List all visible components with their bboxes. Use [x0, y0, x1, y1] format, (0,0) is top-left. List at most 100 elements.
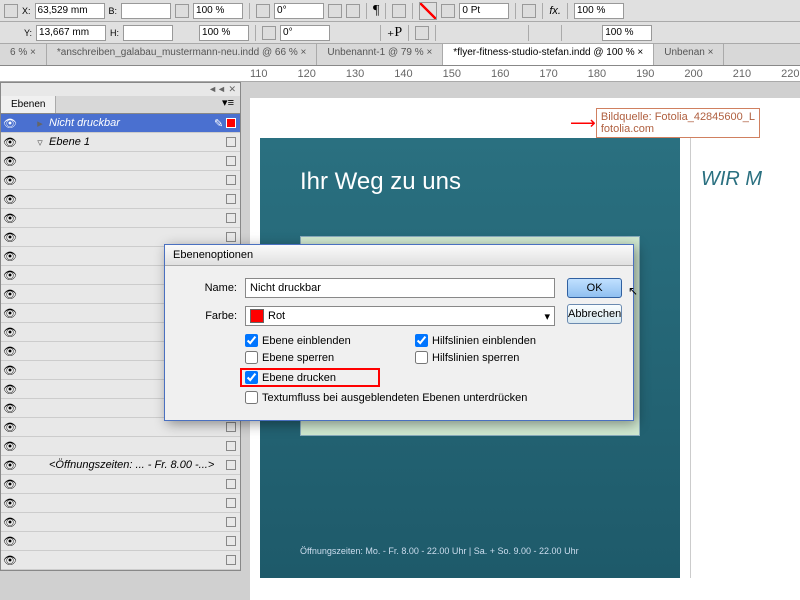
layer-row[interactable]: 👁▿Ebene 1 [1, 133, 240, 152]
visibility-toggle-icon[interactable]: 👁 [1, 117, 19, 130]
dialog-titlebar[interactable]: Ebenenoptionen [165, 245, 633, 266]
visibility-toggle-icon[interactable]: 👁 [1, 269, 19, 282]
selection-square-icon[interactable] [226, 118, 236, 128]
document-tab[interactable]: *anschreiben_galabau_mustermann-neu.indd… [47, 44, 317, 65]
visibility-toggle-icon[interactable]: 👁 [1, 364, 19, 377]
suppress-textwrap-check[interactable] [245, 391, 258, 404]
corner-icon[interactable] [522, 4, 536, 18]
stroke-swap-icon[interactable] [441, 4, 455, 18]
disclosure-icon[interactable]: ▿ [33, 136, 47, 149]
hpct-input[interactable] [199, 25, 249, 41]
visibility-toggle-icon[interactable]: 👁 [1, 231, 19, 244]
visibility-toggle-icon[interactable]: 👁 [1, 250, 19, 263]
anchor-icon[interactable] [4, 4, 18, 18]
show-layer-check[interactable] [245, 334, 258, 347]
flip-h-icon[interactable] [328, 4, 342, 18]
layer-row[interactable]: 👁 [1, 152, 240, 171]
visibility-toggle-icon[interactable]: 👁 [1, 212, 19, 225]
visibility-toggle-icon[interactable]: 👁 [1, 326, 19, 339]
selection-square-icon[interactable] [226, 536, 236, 546]
layer-row[interactable]: 👁 [1, 551, 240, 570]
document-tab[interactable]: 6 % × [0, 44, 47, 65]
lock-layer-check[interactable] [245, 351, 258, 364]
selection-square-icon[interactable] [226, 422, 236, 432]
panel-menu-icon[interactable]: ▾≡ [216, 96, 240, 113]
selection-square-icon[interactable] [226, 213, 236, 223]
visibility-toggle-icon[interactable]: 👁 [1, 155, 19, 168]
selection-square-icon[interactable] [226, 441, 236, 451]
link-icon[interactable] [175, 4, 189, 18]
document-tab[interactable]: Unbenan × [654, 44, 724, 65]
shear-icon[interactable] [262, 26, 276, 40]
visibility-toggle-icon[interactable]: 👁 [1, 516, 19, 529]
angle2-input[interactable] [280, 25, 330, 41]
layer-row[interactable]: 👁<Öffnungszeiten: ... - Fr. 8.00 -...> [1, 456, 240, 475]
paragraph-icon[interactable]: ¶ [373, 3, 379, 19]
visibility-toggle-icon[interactable]: 👁 [1, 459, 19, 472]
flip-v-icon[interactable] [346, 4, 360, 18]
document-tab[interactable]: *flyer-fitness-studio-stefan.indd @ 100 … [443, 44, 654, 65]
disclosure-icon[interactable]: ▸ [33, 117, 47, 130]
layers-panel-tab[interactable]: Ebenen [1, 96, 56, 113]
opacity2-input[interactable] [602, 25, 652, 41]
x-input[interactable] [35, 3, 105, 19]
ok-button[interactable]: OK ↖ [567, 278, 622, 298]
layer-row[interactable]: 👁 [1, 475, 240, 494]
layer-row[interactable]: 👁 [1, 494, 240, 513]
selection-square-icon[interactable] [226, 479, 236, 489]
layer-name-input[interactable] [245, 278, 555, 298]
layer-row[interactable]: 👁 [1, 513, 240, 532]
h-input[interactable] [123, 25, 173, 41]
opacity-input[interactable] [574, 3, 624, 19]
selection-square-icon[interactable] [226, 194, 236, 204]
layer-row[interactable]: 👁 [1, 190, 240, 209]
layer-row[interactable]: 👁 [1, 209, 240, 228]
angle1-input[interactable] [274, 3, 324, 19]
visibility-toggle-icon[interactable]: 👁 [1, 193, 19, 206]
document-tab[interactable]: Unbenannt-1 @ 79 % × [317, 44, 443, 65]
selection-square-icon[interactable] [226, 175, 236, 185]
layer-row[interactable]: 👁 [1, 171, 240, 190]
visibility-toggle-icon[interactable]: 👁 [1, 136, 19, 149]
layer-row[interactable]: 👁▸Nicht druckbar✎ [1, 114, 240, 133]
distribute-icon[interactable] [415, 26, 429, 40]
visibility-toggle-icon[interactable]: 👁 [1, 554, 19, 567]
visibility-toggle-icon[interactable]: 👁 [1, 497, 19, 510]
cancel-button[interactable]: Abbrechen [567, 304, 622, 324]
selection-square-icon[interactable] [226, 498, 236, 508]
rotate-icon[interactable] [256, 4, 270, 18]
visibility-toggle-icon[interactable]: 👁 [1, 307, 19, 320]
visibility-toggle-icon[interactable]: 👁 [1, 478, 19, 491]
selection-square-icon[interactable] [226, 232, 236, 242]
w-input[interactable] [121, 3, 171, 19]
selection-square-icon[interactable] [226, 156, 236, 166]
lock-guides-check[interactable] [415, 351, 428, 364]
p-style-icon[interactable]: ₊P [387, 24, 402, 41]
visibility-toggle-icon[interactable]: 👁 [1, 421, 19, 434]
show-guides-check[interactable] [415, 334, 428, 347]
layer-row[interactable]: 👁 [1, 437, 240, 456]
page-heading: Ihr Weg zu uns [260, 138, 680, 226]
wpct-input[interactable] [193, 3, 243, 19]
selection-square-icon[interactable] [226, 555, 236, 565]
visibility-toggle-icon[interactable]: 👁 [1, 440, 19, 453]
selection-square-icon[interactable] [226, 460, 236, 470]
visibility-toggle-icon[interactable]: 👁 [1, 535, 19, 548]
selection-square-icon[interactable] [226, 137, 236, 147]
visibility-toggle-icon[interactable]: 👁 [1, 383, 19, 396]
y-input[interactable] [36, 25, 106, 41]
fill-none-icon[interactable] [419, 2, 437, 20]
layer-row[interactable]: 👁 [1, 532, 240, 551]
visibility-toggle-icon[interactable]: 👁 [1, 345, 19, 358]
align-icon[interactable] [392, 4, 406, 18]
stroke-input[interactable] [459, 3, 509, 19]
color-select[interactable]: Rot ▾ [245, 306, 555, 326]
fx-icon[interactable]: fx. [549, 5, 561, 17]
visibility-toggle-icon[interactable]: 👁 [1, 174, 19, 187]
visibility-toggle-icon[interactable]: 👁 [1, 288, 19, 301]
image-source-box[interactable]: Bildquelle: Fotolia_42845600_L fotolia.c… [596, 108, 760, 138]
selection-square-icon[interactable] [226, 517, 236, 527]
visibility-toggle-icon[interactable]: 👁 [1, 402, 19, 415]
print-layer-check[interactable] [245, 371, 258, 384]
page-right[interactable]: WIR M [690, 138, 800, 578]
